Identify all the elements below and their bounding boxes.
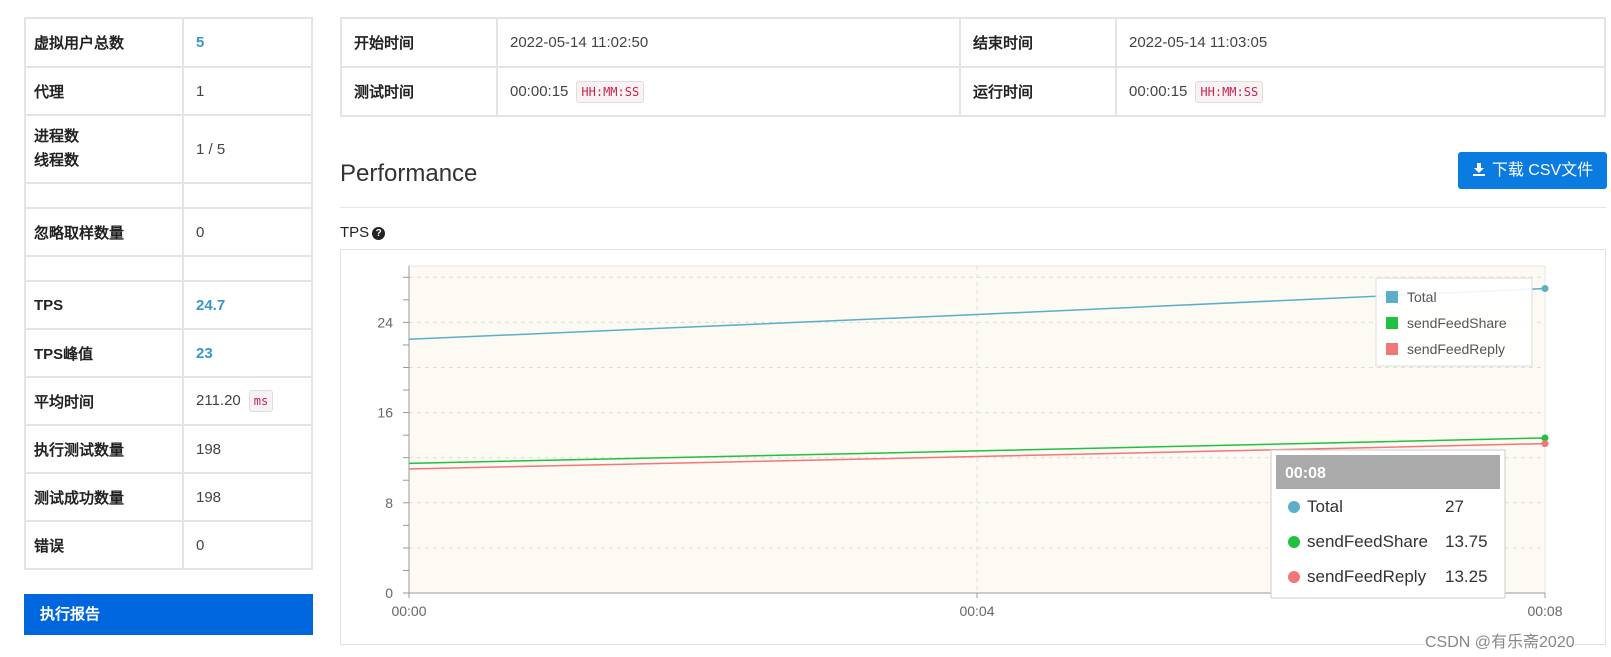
time-format-badge: HH:MM:SS [1195, 80, 1264, 103]
y-tick-label: 16 [377, 405, 393, 421]
tooltip-value-sendFeedShare: 13.75 [1445, 532, 1488, 551]
stat-value: 5 [182, 17, 313, 68]
spacer-row [24, 255, 313, 282]
stat-label: 进程数 线程数 [24, 114, 184, 184]
stat-row-successful-tests: 测试成功数量 198 [24, 472, 313, 522]
stat-row-tps-peak: TPS峰值 23 [24, 328, 313, 378]
test-time-label: 测试时间 [340, 66, 498, 117]
stat-label-threads: 线程数 [34, 152, 80, 169]
y-tick-label: 8 [385, 495, 393, 511]
tooltip-value-sendFeedReply: 13.25 [1445, 567, 1488, 586]
end-time-label: 结束时间 [959, 17, 1117, 68]
stat-value: 0 [182, 207, 313, 257]
download-icon [1472, 152, 1486, 189]
stat-value: 198 [182, 472, 313, 522]
x-tick-label: 00:08 [1527, 603, 1562, 619]
tps-label-text: TPS [340, 224, 370, 241]
stat-row-virtual-users: 虚拟用户总数 5 [24, 17, 313, 68]
legend-swatch-sendFeedShare [1386, 317, 1398, 329]
stat-value-cell: 211.20 ms [182, 376, 313, 426]
legend-label-Total: Total [1407, 289, 1437, 305]
start-time-label: 开始时间 [340, 17, 498, 68]
stat-label: 忽略取样数量 [24, 207, 184, 257]
x-tick-label: 00:04 [959, 603, 994, 619]
tooltip-dot-sendFeedReply [1288, 571, 1300, 583]
stat-row-agents: 代理 1 [24, 66, 313, 116]
stat-label: 代理 [24, 66, 184, 116]
y-tick-label: 24 [377, 314, 393, 330]
tooltip-title: 00:08 [1285, 465, 1326, 482]
series-point-sendFeedReply [1541, 440, 1549, 448]
stat-label-processes: 进程数 [34, 128, 80, 145]
legend-swatch-Total [1386, 291, 1398, 303]
legend-swatch-sendFeedReply [1386, 343, 1398, 355]
help-icon[interactable]: ? [372, 226, 386, 240]
legend-label-sendFeedShare: sendFeedShare [1407, 315, 1507, 331]
test-time-cell: 00:00:15 HH:MM:SS [496, 66, 961, 117]
stat-label: 执行测试数量 [24, 424, 184, 474]
download-csv-label: 下载 CSV文件 [1491, 162, 1594, 179]
run-time-cell: 00:00:15 HH:MM:SS [1115, 66, 1606, 117]
tooltip-dot-sendFeedShare [1288, 536, 1300, 548]
download-csv-button[interactable]: 下载 CSV文件 [1458, 152, 1607, 189]
watermark: CSDN @有乐斋2020 [1425, 628, 1575, 652]
tooltip-name-sendFeedReply: sendFeedReply [1307, 567, 1427, 586]
legend-label-sendFeedReply: sendFeedReply [1407, 341, 1505, 357]
tps-chart-container: 0 8 16 24 00:00 00:04 00:08 Total sendFeedShare s… [340, 249, 1606, 645]
stat-label: 平均时间 [24, 376, 184, 426]
stat-value: 1 / 5 [182, 114, 313, 184]
execution-report-button[interactable]: 执行报告 [24, 594, 313, 635]
start-time-value: 2022-05-14 11:02:50 [496, 17, 961, 68]
tps-chart-label: TPS? [340, 224, 386, 241]
x-tick-label: 00:00 [391, 603, 426, 619]
time-format-badge: HH:MM:SS [576, 80, 645, 103]
stat-value: 198 [182, 424, 313, 474]
stat-value: 1 [182, 66, 313, 116]
divider [340, 207, 1606, 208]
series-point-Total [1541, 285, 1549, 293]
stat-label: TPS [24, 280, 184, 330]
stat-row-ignored-samples: 忽略取样数量 0 [24, 207, 313, 257]
stat-row-processes-threads: 进程数 线程数 1 / 5 [24, 114, 313, 184]
stat-value: 24.7 [182, 280, 313, 330]
stat-row-errors: 错误 0 [24, 520, 313, 570]
stat-row-avg-time: 平均时间 211.20 ms [24, 376, 313, 426]
test-time-value: 00:00:15 [510, 82, 569, 100]
stat-row-executed-tests: 执行测试数量 198 [24, 424, 313, 474]
stat-value: 23 [182, 328, 313, 378]
stat-value: 0 [182, 520, 313, 570]
tooltip-name-Total: Total [1307, 497, 1343, 516]
summary-stats-table: 虚拟用户总数 5 代理 1 进程数 线程数 1 / 5 忽略取样数量 0 TPS… [24, 17, 313, 570]
run-time-value: 00:00:15 [1129, 82, 1188, 100]
stat-label: 测试成功数量 [24, 472, 184, 522]
stat-label: TPS峰值 [24, 328, 184, 378]
stat-label: 错误 [24, 520, 184, 570]
time-row-test-run: 测试时间 00:00:15 HH:MM:SS 运行时间 00:00:15 HH:MM… [340, 66, 1606, 117]
tps-chart: 0 8 16 24 00:00 00:04 00:08 Total sendFeedShare s… [377, 265, 1563, 619]
time-table: 开始时间 2022-05-14 11:02:50 结束时间 2022-05-14… [340, 17, 1606, 117]
stat-label: 虚拟用户总数 [24, 17, 184, 68]
tooltip-value-Total: 27 [1445, 497, 1464, 516]
performance-title: Performance [340, 160, 478, 187]
y-tick-label: 0 [385, 585, 393, 601]
time-row-start-end: 开始时间 2022-05-14 11:02:50 结束时间 2022-05-14… [340, 17, 1606, 68]
unit-badge: ms [248, 390, 274, 412]
spacer-row [24, 182, 313, 209]
stat-value: 211.20 [196, 391, 241, 409]
run-time-label: 运行时间 [959, 66, 1117, 117]
tooltip-dot-Total [1288, 501, 1300, 513]
stat-row-tps: TPS 24.7 [24, 280, 313, 330]
tooltip-name-sendFeedShare: sendFeedShare [1307, 532, 1428, 551]
end-time-value: 2022-05-14 11:03:05 [1115, 17, 1606, 68]
